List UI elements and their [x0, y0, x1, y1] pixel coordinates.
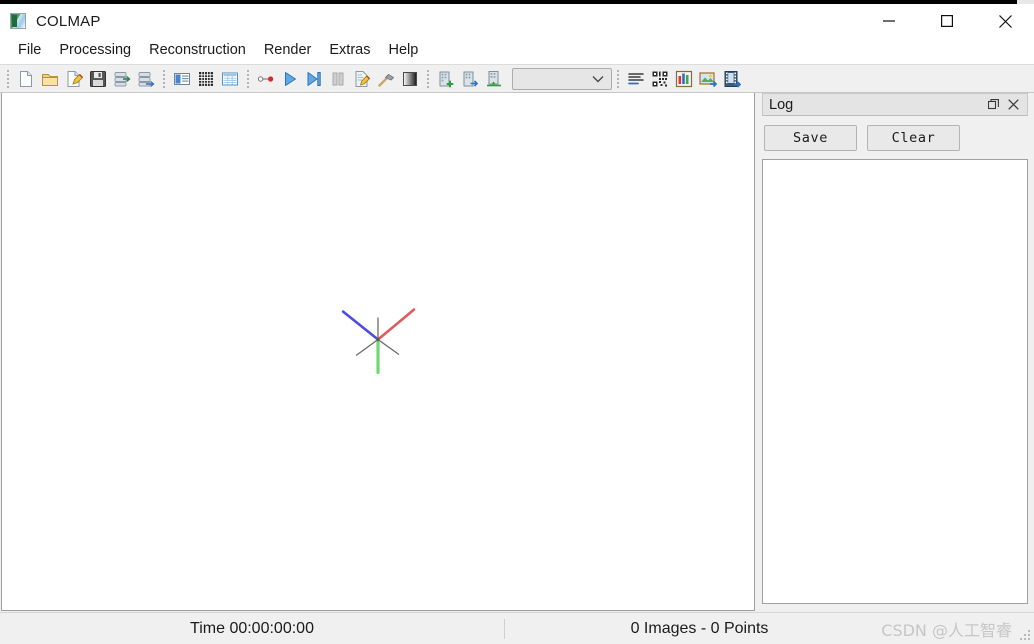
- log-actions: Save Clear: [762, 116, 1028, 159]
- colmap-app-icon: [10, 13, 26, 29]
- window-size-grip[interactable]: [1019, 629, 1032, 642]
- window-controls: [860, 4, 1034, 38]
- colmap-main-window: COLMAP File Processing Reconstruction Re…: [0, 4, 1034, 644]
- merge-model-button[interactable]: [458, 67, 482, 91]
- toolbar-drag-handle[interactable]: [4, 68, 12, 90]
- feature-matching-button[interactable]: [194, 67, 218, 91]
- gizmo-origin: [376, 337, 380, 342]
- model-selector-combo[interactable]: [512, 67, 612, 90]
- menubar: File Processing Reconstruction Render Ex…: [0, 38, 1034, 64]
- close-button[interactable]: [976, 4, 1034, 38]
- log-dock-title: Log: [769, 96, 794, 113]
- menu-reconstruction[interactable]: Reconstruction: [140, 39, 255, 62]
- edit-project-button[interactable]: [62, 67, 86, 91]
- chevron-down-icon: [592, 70, 604, 88]
- open-project-button[interactable]: [38, 67, 62, 91]
- match-matrix-button[interactable]: [648, 67, 672, 91]
- reconstruct-next-image-button[interactable]: [302, 67, 326, 91]
- grab-movie-button[interactable]: [720, 67, 744, 91]
- export-model-button[interactable]: [134, 67, 158, 91]
- model-stats-button[interactable]: [482, 67, 506, 91]
- main-body: Log Save Clear: [0, 93, 1034, 612]
- csdn-watermark: CSDN @人工智睿: [881, 620, 1012, 640]
- menu-render[interactable]: Render: [255, 39, 321, 62]
- grab-image-button[interactable]: [696, 67, 720, 91]
- main-toolbar: [0, 64, 1034, 93]
- y-axis: [341, 310, 380, 341]
- new-project-button[interactable]: [14, 67, 38, 91]
- pause-reconstruction-button[interactable]: [326, 67, 350, 91]
- status-time-label: Time 00:00:00:00: [190, 619, 314, 637]
- menu-help[interactable]: Help: [379, 39, 427, 62]
- start-reconstruction-button[interactable]: [278, 67, 302, 91]
- window-title: COLMAP: [36, 12, 101, 30]
- toolbar-drag-handle[interactable]: [244, 68, 252, 90]
- automatic-reconstruction-button[interactable]: [254, 67, 278, 91]
- x-axis: [376, 308, 416, 341]
- save-project-button[interactable]: [86, 67, 110, 91]
- database-management-button[interactable]: [218, 67, 242, 91]
- statusbar: Time 00:00:00:00 0 Images - 0 Points CSD…: [0, 612, 1034, 644]
- log-text-area[interactable]: [762, 159, 1028, 604]
- axis-gizmo: [341, 308, 416, 375]
- menu-processing[interactable]: Processing: [50, 39, 140, 62]
- undistortion-button[interactable]: [398, 67, 422, 91]
- desktop-root: COLMAP File Processing Reconstruction Re…: [0, 0, 1034, 644]
- log-dock-titlebar[interactable]: Log: [762, 93, 1028, 116]
- show-log-button[interactable]: [624, 67, 648, 91]
- bundle-adjustment-button[interactable]: [350, 67, 374, 91]
- log-dock-panel: Log Save Clear: [762, 93, 1034, 612]
- import-model-button[interactable]: [110, 67, 134, 91]
- window-titlebar[interactable]: COLMAP: [0, 4, 1034, 38]
- opengl-3d-viewport[interactable]: [1, 93, 755, 611]
- log-save-button[interactable]: Save: [764, 125, 857, 151]
- tick-left: [355, 338, 379, 357]
- close-icon[interactable]: [1003, 95, 1023, 114]
- restore-float-icon[interactable]: [983, 95, 1003, 114]
- toolbar-drag-handle[interactable]: [424, 68, 432, 90]
- minimize-button[interactable]: [860, 4, 918, 38]
- log-clear-button[interactable]: Clear: [867, 125, 960, 151]
- feature-extraction-button[interactable]: [170, 67, 194, 91]
- toolbar-drag-handle[interactable]: [614, 68, 622, 90]
- menu-extras[interactable]: Extras: [320, 39, 379, 62]
- toolbar-drag-handle[interactable]: [160, 68, 168, 90]
- show-statistics-button[interactable]: [672, 67, 696, 91]
- maximize-button[interactable]: [918, 4, 976, 38]
- menu-file[interactable]: File: [9, 39, 50, 62]
- dense-reconstruction-button[interactable]: [374, 67, 398, 91]
- viewport-container: [0, 93, 757, 612]
- add-model-button[interactable]: [434, 67, 458, 91]
- tick-right: [377, 338, 400, 356]
